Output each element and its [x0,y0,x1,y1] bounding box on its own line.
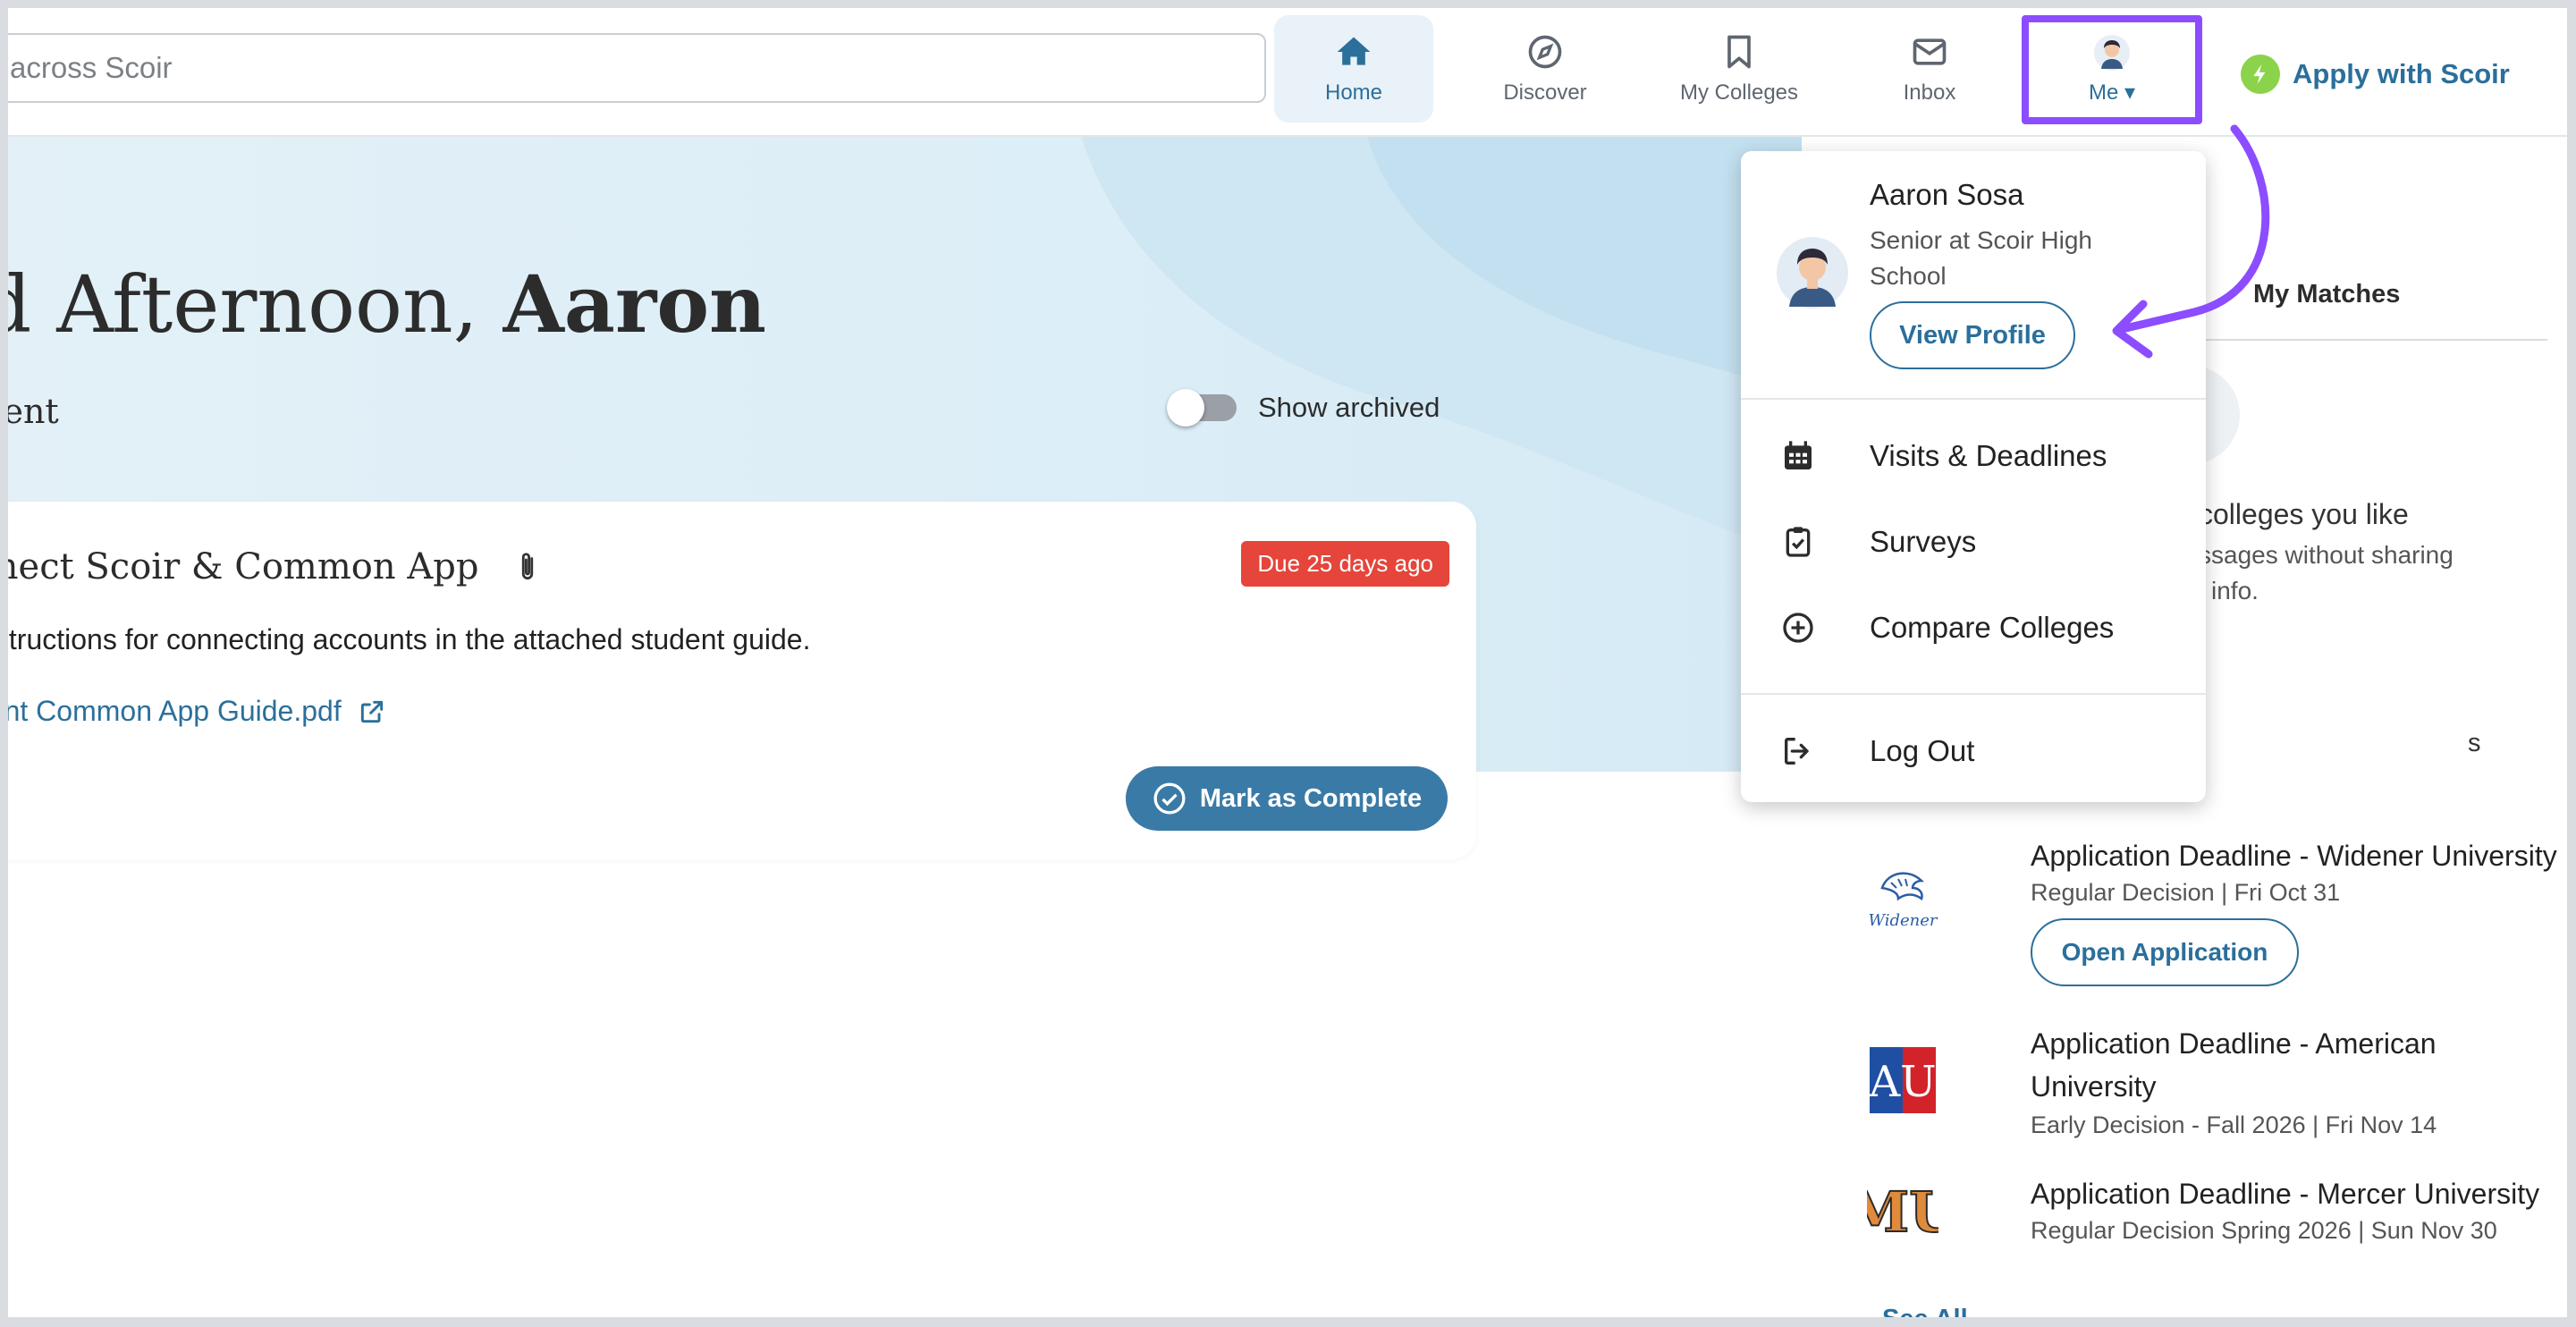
matches-promo-text: ssages without sharing [2199,541,2454,569]
show-archived-toggle[interactable] [1167,389,1237,427]
home-icon [1337,37,1371,65]
nav-me-label: Me ▾ [2088,80,2136,105]
menu-item-surveys[interactable]: Surveys [1741,503,2206,581]
external-link-icon [360,700,383,723]
calendar-icon [1785,441,1812,469]
section-heading-fragment: s [2468,729,2481,757]
task-card: nnect Scoir & Common App Due 25 days ago… [8,502,1476,859]
paperclip-icon [522,553,534,580]
view-profile-button[interactable]: View Profile [1870,301,2075,369]
apply-label: Apply with Scoir [2293,58,2510,89]
compass-icon [1528,35,1562,69]
avatar-icon [2094,34,2130,71]
menu-divider [1741,693,2206,695]
section-subheading: nent [8,392,59,431]
profile-avatar-icon [1777,237,1848,309]
nav-discover[interactable]: Discover [1465,15,1625,123]
nav-inbox-label: Inbox [1903,80,1956,105]
show-archived-control: Show archived [1167,389,1440,427]
menu-item-visits-deadlines[interactable]: Visits & Deadlines [1741,417,2206,495]
deadline-title: Application Deadline - Mercer University [2031,1178,2540,1210]
plus-circle-icon [1783,613,1813,643]
task-title: nnect Scoir & Common App [8,546,541,587]
see-all-link[interactable]: See All [1882,1305,1968,1317]
nav-home-label: Home [1324,80,1383,105]
task-instructions: instructions for connecting accounts in … [8,623,811,655]
due-badge: Due 25 days ago [1241,541,1449,587]
top-nav-bar: across Scoir Home Discover My Colleges I… [8,8,2567,137]
svg-text:AU: AU [1870,1057,1936,1107]
menu-item-compare-colleges[interactable]: Compare Colleges [1741,588,2206,667]
deadline-meta: Regular Decision Spring 2026 | Sun Nov 3… [2031,1217,2497,1244]
show-archived-label: Show archived [1258,392,1440,423]
app-window: across Scoir Home Discover My Colleges I… [8,8,2567,1317]
deadline-title: Application Deadline - American Universi… [2031,1027,2437,1103]
open-application-button[interactable]: Open Application [2031,918,2299,986]
bookmark-icon [1727,35,1751,69]
american-university-logo: AU [1864,1040,1941,1120]
deadline-meta: Early Decision - Fall 2026 | Fri Nov 14 [2031,1111,2437,1138]
nav-home[interactable]: Home [1274,15,1433,123]
deadline-meta: Regular Decision | Fri Oct 31 [2031,879,2341,906]
widener-logo: Widener [1864,852,1941,933]
dashboard-main: d Afternoon, Aaron nent Show archived nn… [8,137,1802,1317]
menu-divider [1741,398,2206,400]
nav-inbox[interactable]: Inbox [1850,15,2009,123]
svg-text:Widener: Widener [1869,911,1938,930]
svg-text:MU: MU [1867,1179,1938,1245]
deadline-title: Application Deadline - Widener Universit… [2031,840,2557,872]
attachment-link[interactable]: dent Common App Guide.pdf [8,695,386,728]
greeting-heading: d Afternoon, Aaron [8,258,766,351]
matches-promo-heading: colleges you like [2199,498,2409,530]
annotation-arrow [2112,124,2270,359]
nav-my-colleges[interactable]: My Colleges [1658,15,1820,123]
mercer-university-logo: MU [1864,1169,1941,1249]
profile-name: Aaron Sosa [1870,178,2024,211]
mark-as-complete-button[interactable]: Mark as Complete [1126,766,1448,831]
logout-icon [1785,738,1809,765]
search-input[interactable]: across Scoir [8,33,1266,103]
clipboard-check-icon [1786,527,1811,557]
check-circle-icon [1153,782,1186,815]
bolt-icon [2241,55,2280,94]
nav-my-colleges-label: My Colleges [1679,80,1799,105]
matches-promo-text-2: l info. [2199,577,2259,604]
apply-with-scoir-link[interactable]: Apply with Scoir [2241,47,2510,101]
menu-item-log-out[interactable]: Log Out [1741,712,2206,790]
envelope-icon [1913,38,1947,65]
nav-discover-label: Discover [1503,80,1587,105]
nav-me-menu[interactable]: Me ▾ [2022,15,2202,124]
